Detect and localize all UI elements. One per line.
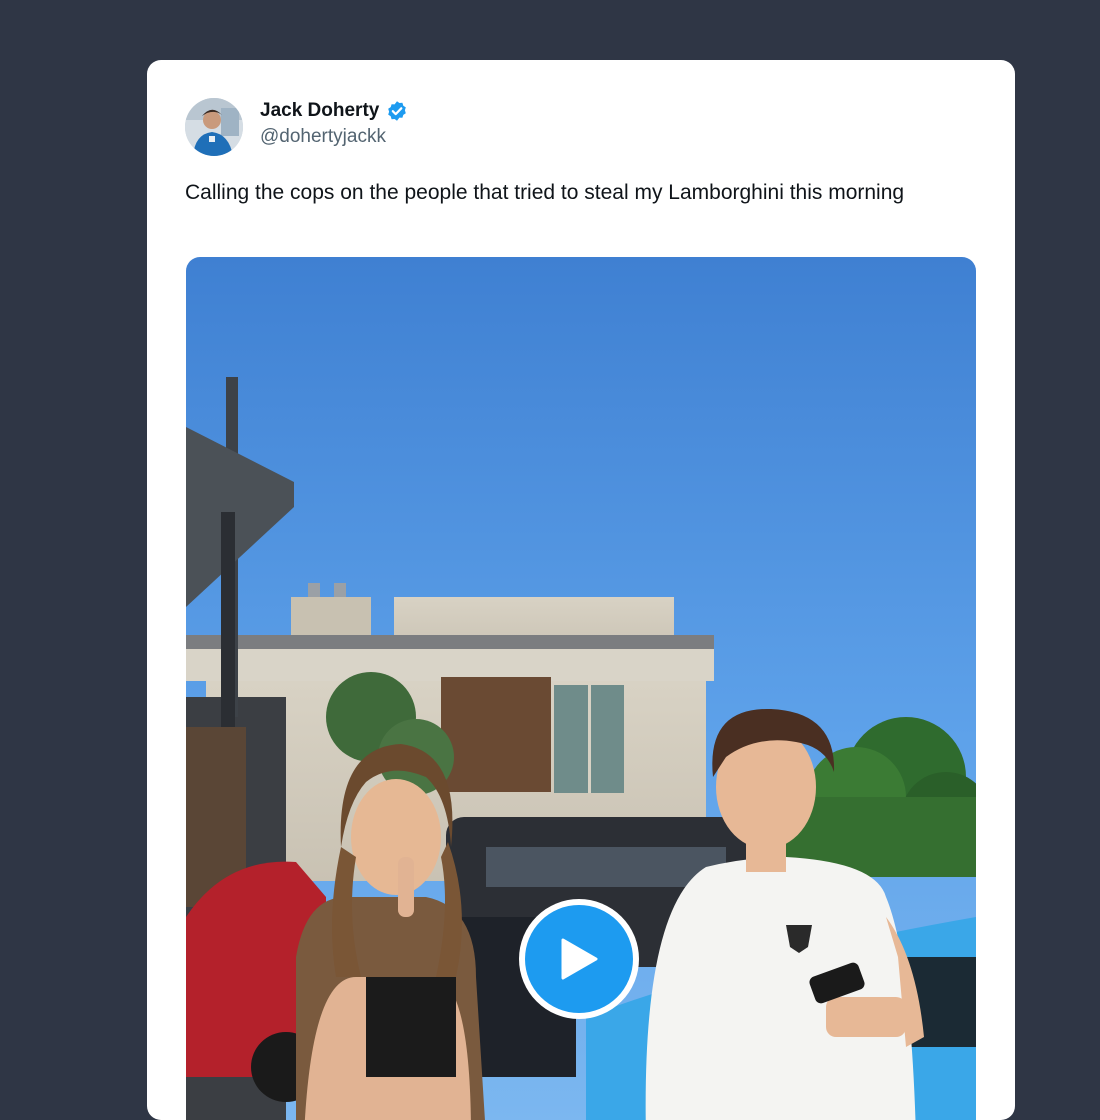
video-thumbnail[interactable] — [186, 257, 976, 1120]
author-names: Jack Doherty @dohertyjackk — [260, 100, 408, 148]
handle[interactable]: @dohertyjackk — [260, 126, 408, 148]
display-name-row: Jack Doherty — [260, 100, 408, 122]
play-button-circle — [525, 905, 633, 1013]
play-button[interactable] — [519, 899, 639, 1019]
display-name[interactable]: Jack Doherty — [260, 100, 379, 122]
tweet-text: Calling the cops on the people that trie… — [185, 181, 905, 204]
tweet-author: Jack Doherty @dohertyjackk — [185, 98, 408, 156]
avatar[interactable] — [185, 98, 243, 156]
verified-badge-icon — [386, 100, 408, 122]
play-icon — [561, 938, 598, 980]
avatar-image — [185, 98, 243, 156]
tweet-card: Jack Doherty @dohertyjackk Calling the c… — [147, 60, 1015, 1120]
